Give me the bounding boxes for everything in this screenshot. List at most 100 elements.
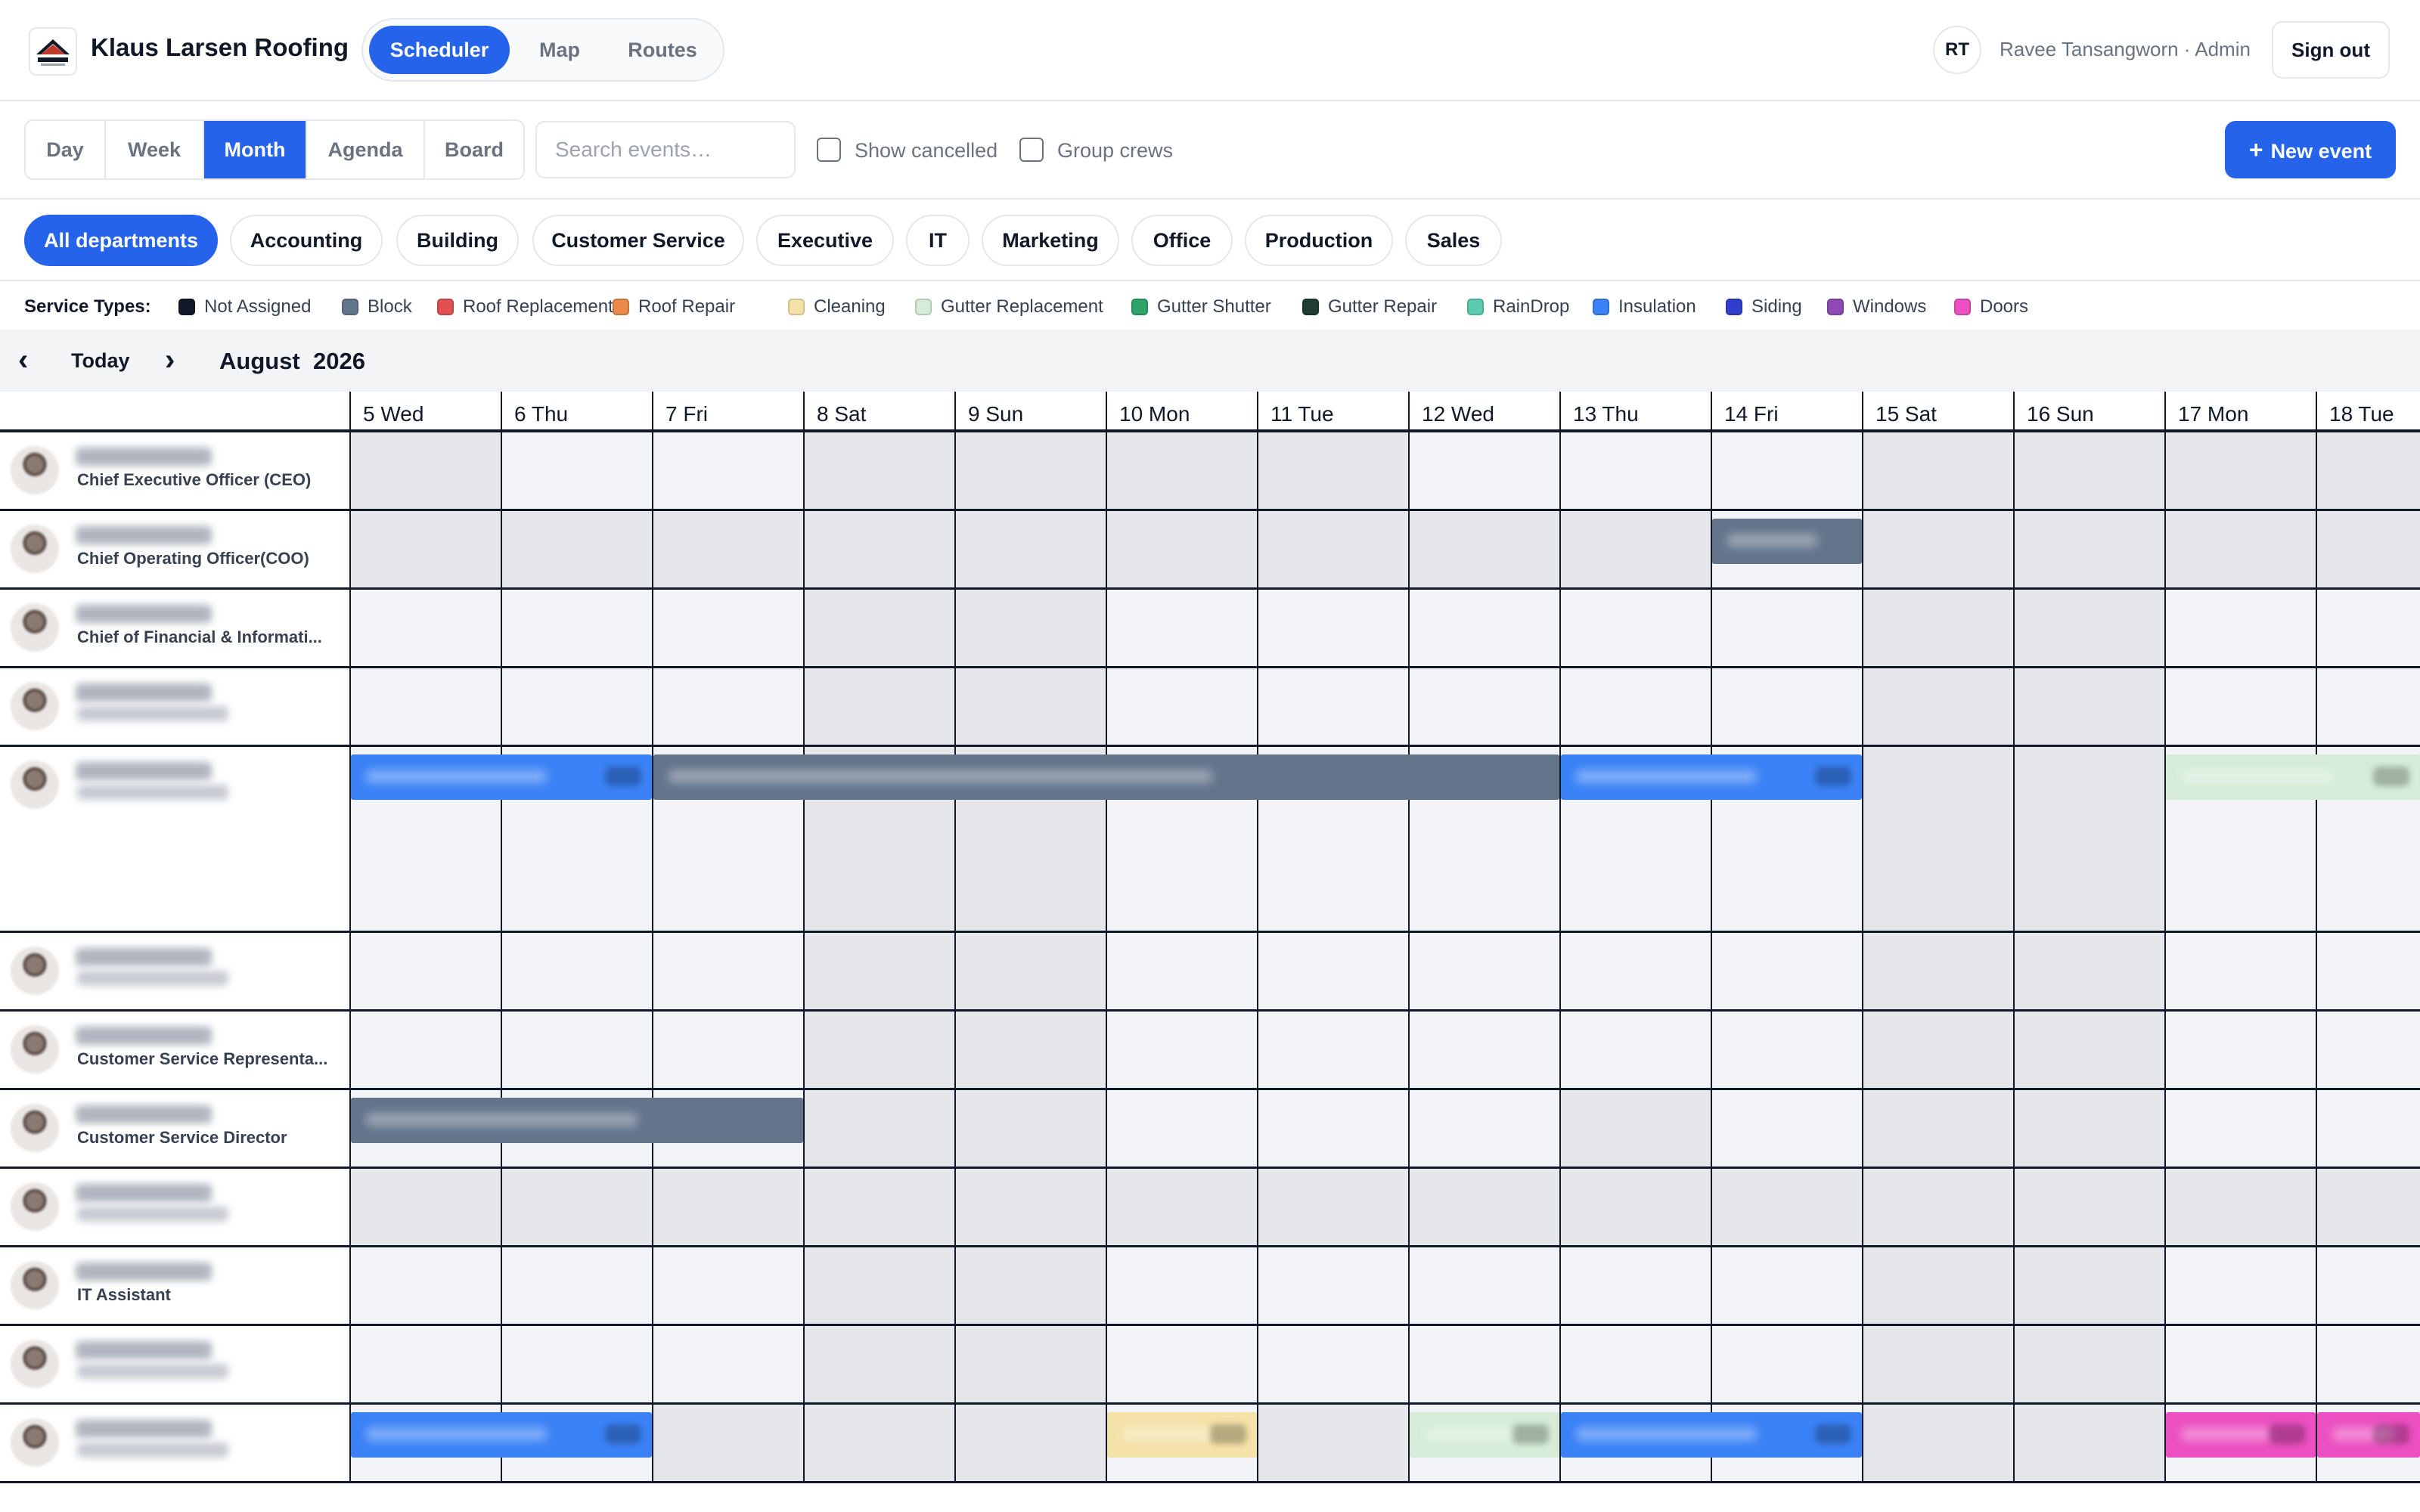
day-cell[interactable] — [954, 1326, 1106, 1402]
dept-customer-service[interactable]: Customer Service — [532, 215, 744, 266]
day-cell[interactable] — [2013, 1405, 2164, 1481]
new-event-button[interactable]: + New event — [2225, 121, 2396, 178]
dept-building[interactable]: Building — [396, 215, 519, 266]
day-cell[interactable] — [2164, 590, 2316, 666]
day-cell[interactable] — [349, 1247, 501, 1324]
day-cell[interactable] — [2164, 511, 2316, 587]
day-cell[interactable] — [2164, 933, 2316, 1009]
day-cell[interactable] — [2013, 590, 2164, 666]
day-header[interactable]: 6 Thu — [501, 392, 652, 429]
day-cell[interactable] — [349, 511, 501, 587]
day-cell[interactable] — [1559, 1247, 1711, 1324]
day-cell[interactable] — [501, 1247, 652, 1324]
day-cell[interactable] — [1408, 590, 1559, 666]
dept-office[interactable]: Office — [1131, 215, 1233, 266]
day-header[interactable]: 17 Mon — [2164, 392, 2316, 429]
day-cell[interactable] — [2316, 668, 2420, 745]
today-button[interactable]: Today — [71, 349, 130, 373]
day-cell[interactable] — [501, 432, 652, 509]
day-cell[interactable] — [803, 1326, 954, 1402]
day-cell[interactable] — [1711, 1012, 1862, 1088]
day-cell[interactable] — [803, 511, 954, 587]
day-header[interactable]: 14 Fri — [1711, 392, 1862, 429]
event-block[interactable] — [653, 754, 1559, 800]
day-cell[interactable] — [2013, 1090, 2164, 1167]
day-cell[interactable] — [652, 1326, 803, 1402]
day-cell[interactable] — [349, 1326, 501, 1402]
day-cell[interactable] — [1257, 511, 1408, 587]
day-cell[interactable] — [1559, 933, 1711, 1009]
day-cell[interactable] — [1106, 1247, 1257, 1324]
day-header[interactable]: 10 Mon — [1106, 392, 1257, 429]
day-cell[interactable] — [1559, 1090, 1711, 1167]
day-cell[interactable] — [954, 1090, 1106, 1167]
day-cell[interactable] — [652, 590, 803, 666]
day-cell[interactable] — [2164, 1326, 2316, 1402]
dept-it[interactable]: IT — [906, 215, 970, 266]
day-cell[interactable] — [1862, 432, 2013, 509]
day-cell[interactable] — [2164, 432, 2316, 509]
day-cell[interactable] — [501, 1012, 652, 1088]
day-cell[interactable] — [1862, 511, 2013, 587]
day-cell[interactable] — [1862, 668, 2013, 745]
day-cell[interactable] — [1711, 1090, 1862, 1167]
day-cell[interactable] — [501, 1169, 652, 1245]
sign-out-button[interactable]: Sign out — [2272, 21, 2390, 79]
day-cell[interactable] — [1408, 1169, 1559, 1245]
event-block[interactable] — [351, 754, 652, 800]
dept-sales[interactable]: Sales — [1405, 215, 1502, 266]
day-cell[interactable] — [803, 1012, 954, 1088]
day-cell[interactable] — [2013, 511, 2164, 587]
dept-marketing[interactable]: Marketing — [982, 215, 1119, 266]
day-cell[interactable] — [1106, 590, 1257, 666]
employee-info[interactable]: Customer Service Representa... — [0, 1012, 349, 1088]
event-block[interactable] — [351, 1098, 803, 1143]
show-cancelled-checkbox[interactable] — [817, 138, 841, 162]
view-week-button[interactable]: Week — [106, 121, 204, 178]
day-cell[interactable] — [1408, 1326, 1559, 1402]
employee-info[interactable] — [0, 933, 349, 1009]
day-cell[interactable] — [501, 668, 652, 745]
event-block[interactable] — [351, 1412, 652, 1458]
day-header[interactable]: 12 Wed — [1408, 392, 1559, 429]
day-cell[interactable] — [2316, 432, 2420, 509]
day-cell[interactable] — [954, 1169, 1106, 1245]
day-cell[interactable] — [1257, 432, 1408, 509]
day-cell[interactable] — [652, 1405, 803, 1481]
day-cell[interactable] — [1408, 668, 1559, 745]
employee-info[interactable]: Chief Operating Officer(COO) — [0, 511, 349, 587]
day-cell[interactable] — [1559, 668, 1711, 745]
day-cell[interactable] — [803, 1247, 954, 1324]
day-cell[interactable] — [803, 1405, 954, 1481]
day-cell[interactable] — [652, 668, 803, 745]
employee-info[interactable]: Chief of Financial & Informati... — [0, 590, 349, 666]
day-cell[interactable] — [1559, 1012, 1711, 1088]
day-cell[interactable] — [1408, 511, 1559, 587]
dept-executive[interactable]: Executive — [756, 215, 894, 266]
day-cell[interactable] — [349, 1169, 501, 1245]
day-cell[interactable] — [2164, 1090, 2316, 1167]
nav-routes[interactable]: Routes — [610, 26, 715, 74]
day-cell[interactable] — [954, 590, 1106, 666]
day-cell[interactable] — [1257, 1326, 1408, 1402]
day-cell[interactable] — [1862, 590, 2013, 666]
day-cell[interactable] — [2316, 1169, 2420, 1245]
day-cell[interactable] — [954, 668, 1106, 745]
view-board-button[interactable]: Board — [425, 121, 523, 178]
day-cell[interactable] — [1862, 1247, 2013, 1324]
day-cell[interactable] — [652, 1012, 803, 1088]
day-cell[interactable] — [652, 511, 803, 587]
day-cell[interactable] — [1106, 1169, 1257, 1245]
day-cell[interactable] — [1408, 1090, 1559, 1167]
day-header[interactable]: 18 Tue — [2316, 392, 2420, 429]
day-cell[interactable] — [1559, 1326, 1711, 1402]
day-cell[interactable] — [954, 1012, 1106, 1088]
day-cell[interactable] — [954, 1405, 1106, 1481]
dept-all[interactable]: All departments — [24, 215, 218, 266]
day-cell[interactable] — [501, 933, 652, 1009]
day-cell[interactable] — [1106, 432, 1257, 509]
day-header[interactable]: 15 Sat — [1862, 392, 2013, 429]
event-block[interactable] — [1410, 1412, 1559, 1458]
day-cell[interactable] — [652, 933, 803, 1009]
day-header[interactable]: 16 Sun — [2013, 392, 2164, 429]
